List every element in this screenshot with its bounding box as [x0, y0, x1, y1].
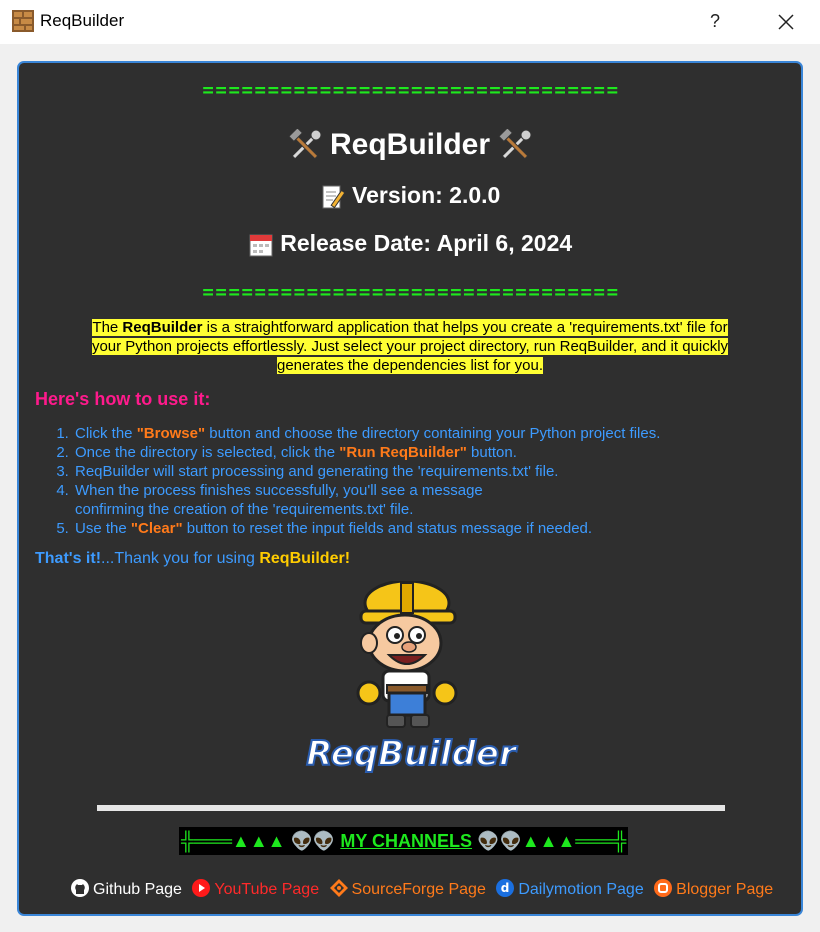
- close-icon[interactable]: [772, 8, 800, 36]
- version-text: Version: 2.0.0: [352, 182, 501, 208]
- channels-label[interactable]: MY CHANNELS: [340, 831, 472, 851]
- thanks-lead: That's it!: [35, 550, 102, 567]
- github-link[interactable]: Github Page: [70, 878, 182, 902]
- version-line: Version: 2.0.0: [19, 180, 801, 210]
- app-heading: ReqBuilder: [19, 127, 801, 163]
- thanks-app: ReqBuilder!: [259, 550, 351, 567]
- calendar-icon: [249, 234, 273, 257]
- youtube-icon: [192, 879, 211, 897]
- divider-bar: [97, 805, 725, 811]
- alien-icon: 👽👽: [290, 831, 336, 851]
- github-icon: [71, 879, 89, 897]
- list-item: Once the directory is selected, click th…: [73, 443, 660, 462]
- list-item: ReqBuilder will start processing and gen…: [73, 462, 660, 481]
- release-date-line: Release Date: April 6, 2024: [19, 228, 801, 258]
- channels-right-deco: ▲▲▲═══╬: [521, 831, 627, 851]
- list-item: Click the "Browse" button and choose the…: [73, 424, 660, 443]
- intro-pre: The: [92, 319, 123, 336]
- about-panel: ================================ ReqBuil…: [17, 61, 803, 916]
- alien-icon: 👽👽: [477, 831, 522, 851]
- list-item: When the process finishes successfully, …: [73, 481, 660, 519]
- separator-bottom: ================================: [202, 281, 620, 303]
- steps-list: Click the "Browse" button and choose the…: [55, 424, 660, 538]
- dailymotion-icon: d: [496, 879, 515, 897]
- mascot-logo: ReqBuilder: [305, 581, 519, 775]
- channels-left-deco: ╬═══▲▲▲: [181, 831, 286, 851]
- memo-icon: [322, 185, 346, 209]
- howto-title: Here's how to use it:: [35, 389, 211, 409]
- app-icon: [12, 10, 34, 32]
- intro-app-name: ReqBuilder: [122, 319, 203, 336]
- app-name: ReqBuilder: [329, 128, 491, 161]
- hammer-and-wrench-icon: [498, 129, 532, 160]
- help-button[interactable]: ?: [703, 8, 727, 34]
- thanks-middle: ...Thank you for using: [101, 550, 260, 567]
- title-bar: ReqBuilder ?: [0, 0, 820, 44]
- channel-links: Github Page YouTube Page SourceForge Pag…: [70, 878, 778, 902]
- youtube-link[interactable]: YouTube Page: [191, 878, 319, 902]
- separator-top: ================================: [202, 79, 620, 101]
- window-title: ReqBuilder: [40, 11, 125, 30]
- sourceforge-icon: [329, 879, 348, 897]
- blogger-link[interactable]: Blogger Page: [653, 878, 773, 902]
- thanks-line: That's it!...Thank you for using ReqBuil…: [35, 550, 350, 568]
- blogger-icon: [654, 879, 673, 897]
- channels-banner: ╬═══▲▲▲ 👽👽 MY CHANNELS 👽👽▲▲▲═══╬: [179, 827, 629, 855]
- intro-paragraph: The ReqBuilder is a straightforward appl…: [79, 318, 741, 375]
- sourceforge-link[interactable]: SourceForge Page: [329, 878, 486, 902]
- hammer-and-wrench-icon: [287, 129, 322, 160]
- list-item: Use the "Clear" button to reset the inpu…: [73, 519, 660, 538]
- logo-text: ReqBuilder: [306, 734, 518, 774]
- svg-text:d: d: [501, 881, 510, 895]
- dailymotion-link[interactable]: d Dailymotion Page: [495, 878, 644, 902]
- release-date-text: Release Date: April 6, 2024: [280, 230, 573, 256]
